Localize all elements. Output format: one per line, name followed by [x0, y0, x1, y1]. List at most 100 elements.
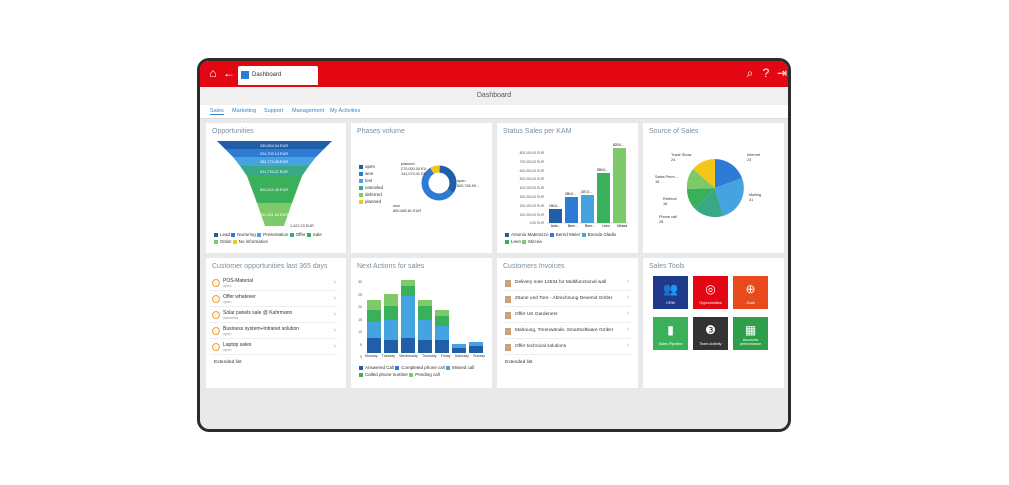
goal-icon: ⊕ — [745, 282, 756, 296]
people-icon: 👥 — [663, 282, 678, 296]
phases-callouts-right: open 800,765.59... — [457, 179, 480, 188]
list-item[interactable]: Zäune und Tore - Abrechnung Devemit GmbH… — [503, 292, 631, 307]
logout-icon[interactable]: ⇥ — [774, 65, 788, 81]
spreadsheet-icon: ▦ — [744, 323, 757, 337]
pie-chart — [686, 158, 744, 218]
list-item[interactable]: Delivery note 12534 for Multifunctional … — [503, 276, 631, 291]
funnel-label: 820,224.45 EUR — [260, 188, 289, 192]
chevron-right-icon: › — [333, 343, 336, 350]
tab-marketing[interactable]: Marketing — [232, 108, 256, 114]
customer-opportunities-panel[interactable]: Customer opportunities last 365 days POS… — [206, 258, 346, 388]
document-icon — [505, 280, 511, 287]
shirt-icon: ❸ — [705, 323, 716, 337]
bar-label: 280,0... — [565, 192, 576, 196]
list-item[interactable]: Offer UK Gardeners › — [503, 308, 631, 323]
opportunity-icon — [212, 295, 220, 303]
bar-chart-icon: ▮ — [667, 323, 674, 337]
team-activity-tile[interactable]: ❸ Team Activity — [693, 317, 728, 350]
chevron-right-icon: › — [626, 294, 629, 301]
panel-title: Customer opportunities last 365 days — [212, 263, 328, 270]
help-icon[interactable]: ? — [758, 65, 774, 81]
list-item[interactable]: Offer technical solutions › — [503, 340, 631, 355]
chevron-right-icon: › — [626, 326, 629, 333]
tab-my-activities[interactable]: My Activities — [330, 108, 360, 114]
top-bar: ⌂ ← Dashboard + ⌕ ? ⇥ — [200, 61, 788, 87]
pie-label-phone-call: Phone call 28 — [659, 215, 677, 224]
source-of-sales-panel[interactable]: Source of Sales Trade Show 24 Internet 23 … — [643, 123, 784, 253]
customers-invoices-panel[interactable]: Customers Invoices Delivery note 12534 f… — [497, 258, 638, 388]
device-frame: ⌂ ← Dashboard + ⌕ ? ⇥ Dashboard Sales Ma… — [197, 58, 791, 432]
opportunities-panel[interactable]: Opportunities 330,804.04 EUR 224,703.14 … — [206, 123, 346, 253]
opportunities-tile[interactable]: ◎ Opportunities — [693, 276, 728, 309]
chevron-right-icon: › — [626, 342, 629, 349]
funnel-legend: Lead Nurturing Presentation Offer Sale O… — [214, 231, 342, 245]
page-title: Dashboard — [200, 87, 788, 105]
actions-x-axis: Monday Tuesday Wednesday Thursday Friday Satu… — [365, 354, 485, 358]
bar-monday — [367, 300, 381, 353]
tab-sales[interactable]: Sales — [210, 108, 224, 115]
chevron-right-icon: › — [626, 278, 629, 285]
bar-wednesday — [401, 280, 415, 353]
chevron-right-icon: › — [333, 279, 336, 286]
bar-label: 820,0... — [613, 143, 624, 147]
bar-label: 307,0... — [581, 190, 592, 194]
panel-title: Sales Tools — [649, 263, 685, 270]
sales-pipeline-tile[interactable]: ▮ Sales Pipeline — [653, 317, 688, 350]
chevron-right-icon: › — [333, 311, 336, 318]
list-item[interactable]: Solar panels sale @ Kahrmann canceled › — [210, 308, 338, 323]
phases-callouts-bottom: won 850,680.81 EUR — [393, 204, 422, 213]
funnel-label: 330,804.04 EUR — [260, 144, 289, 148]
dashboard-tab-icon — [241, 71, 249, 79]
sales-tools-panel[interactable]: Sales Tools 👥 CRM ◎ Opportunities ⊕ Goal ▮ S… — [643, 258, 784, 388]
bar-friday — [435, 310, 449, 353]
opportunity-icon — [212, 343, 220, 351]
funnel-label: 332,261.64 EUR — [260, 213, 289, 217]
pie-label-referral: Referral 18 — [663, 197, 677, 206]
extended-list-link[interactable]: Extended list — [214, 360, 241, 365]
next-actions-panel[interactable]: Next Actions for sales 30 25 20 15 10 5 0 Mond… — [351, 258, 492, 388]
bar-mircea — [613, 148, 626, 223]
bar-bernd — [565, 197, 578, 223]
document-icon — [505, 344, 511, 351]
status-sales-panel[interactable]: Status Sales per KAM 800,000.00 EUR 700,0… — [497, 123, 638, 253]
extended-list-link[interactable]: Extended list — [505, 360, 532, 365]
panel-title: Customers Invoices — [503, 263, 565, 270]
funnel-label: 511,776.21 EUR — [260, 170, 288, 174]
bar-label: 150,0... — [549, 204, 560, 208]
pie-label-sales-perm: Sales Perm... 16 — [655, 175, 678, 184]
funnel-label: 224,703.14 EUR — [260, 152, 289, 156]
list-item[interactable]: Mahnung, Trennwände, Smartsoftware GmbH › — [503, 324, 631, 339]
document-icon — [505, 328, 511, 335]
list-item[interactable]: Business system+Intranet solution open › — [210, 324, 338, 339]
chevron-right-icon: › — [333, 295, 336, 302]
target-icon: ◎ — [705, 282, 716, 296]
bar-saturday — [452, 344, 466, 353]
document-icon — [505, 312, 511, 319]
goal-tile[interactable]: ⊕ Goal — [733, 276, 768, 309]
bar-leen — [597, 173, 610, 223]
funnel-label: 254,774.48 EUR — [260, 160, 289, 164]
accounts-performance-tile[interactable]: ▦ Accounts performance — [733, 317, 768, 350]
chevron-right-icon: › — [333, 327, 336, 334]
list-item[interactable]: POS-Material open › — [210, 276, 338, 291]
bar-antonio — [549, 209, 562, 223]
tab-support[interactable]: Support — [264, 108, 283, 114]
pie-label-trade-show: Trade Show 24 — [671, 153, 692, 162]
back-arrow-icon[interactable]: ← — [221, 65, 237, 81]
home-icon[interactable]: ⌂ — [205, 65, 221, 81]
document-icon — [505, 296, 511, 303]
bar-tuesday — [384, 294, 398, 353]
bar-sunday — [469, 342, 483, 353]
add-tab-icon[interactable]: + — [294, 65, 310, 81]
pie-label-mailing: Mailing 41 — [749, 193, 762, 202]
list-item[interactable]: Offer whatever open › — [210, 292, 338, 307]
crm-tile[interactable]: 👥 CRM — [653, 276, 688, 309]
phases-callouts-left: planned 270,000.00 EU 141,074.41 EU — [401, 162, 427, 176]
search-icon[interactable]: ⌕ — [742, 65, 758, 81]
status-legend: Antonio Materazzo Bernd Meier Brenda Gla… — [505, 231, 633, 245]
list-item[interactable]: Laptop sales open › — [210, 340, 338, 355]
tab-dashboard-label: Dashboard — [252, 72, 282, 78]
tab-management[interactable]: Management — [292, 108, 324, 114]
opportunity-icon — [212, 327, 220, 335]
phases-volume-panel[interactable]: Phases volume open won lost canceled def… — [351, 123, 492, 253]
